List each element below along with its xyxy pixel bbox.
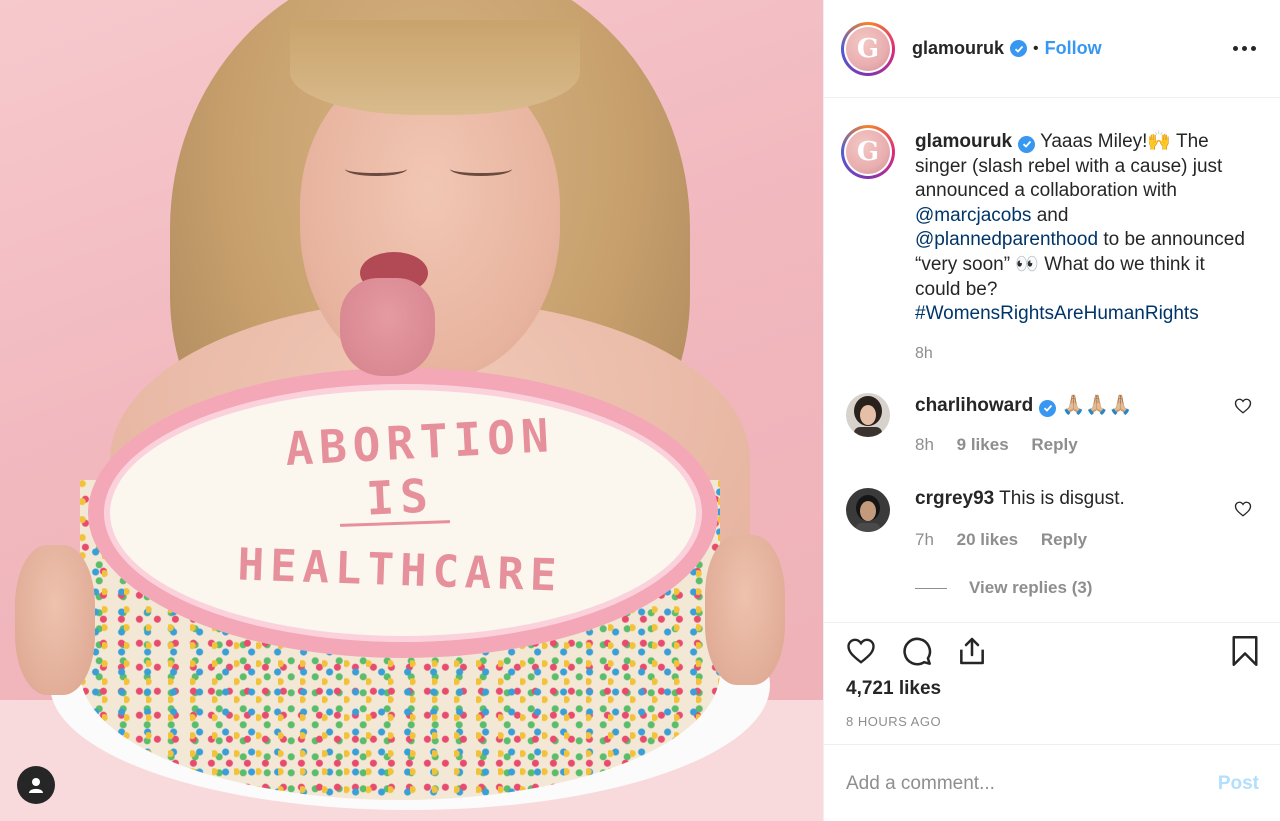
verified-badge-icon (1039, 399, 1057, 417)
verified-badge-icon (1018, 135, 1036, 153)
header-avatar[interactable]: G (841, 21, 895, 76)
post-button[interactable]: Post (1218, 773, 1259, 795)
view-replies-label: View replies (3) (969, 578, 1093, 597)
avatar-image: G (846, 130, 890, 174)
image-hand-left (15, 545, 95, 695)
comment-time[interactable]: 8h (915, 435, 934, 454)
comment-like-heart-icon[interactable] (1234, 397, 1252, 415)
avatar-image: G (846, 26, 890, 71)
like-button[interactable] (844, 634, 878, 668)
post-image[interactable]: ABORTION IS HEALTHCARE (0, 0, 823, 821)
header-separator: • (1033, 39, 1039, 57)
image-bangs (290, 20, 580, 115)
action-bar (824, 622, 1280, 677)
image-hand-right (705, 535, 785, 685)
heart-icon (847, 638, 875, 664)
save-button[interactable] (1228, 634, 1262, 668)
caption-text-2: and (1031, 204, 1069, 226)
comment-text: crgrey93 This is disgust. (915, 488, 1125, 510)
more-options-icon[interactable] (1233, 38, 1257, 58)
comment-likes[interactable]: 20 likes (957, 530, 1018, 549)
comment-avatar[interactable] (846, 393, 890, 437)
likes-count[interactable]: 4,721 likes (846, 678, 941, 700)
image-tongue (340, 278, 435, 376)
post-timestamp[interactable]: 8 HOURS AGO (846, 714, 941, 729)
post-header: G glamouruk • Follow (824, 0, 1280, 98)
verified-badge-icon (1010, 40, 1028, 57)
comment-icon (903, 637, 932, 666)
hashtag-link[interactable]: #WomensRightsAreHumanRights (915, 303, 1199, 324)
header-username[interactable]: glamouruk (912, 38, 1004, 59)
mention-plannedparenthood[interactable]: @plannedparenthood (915, 229, 1098, 250)
mention-marcjacobs[interactable]: @marcjacobs (915, 205, 1031, 226)
bookmark-icon (1232, 636, 1258, 666)
post-sidebar: G glamouruk • Follow G glamouruk Yaaas M… (823, 0, 1280, 821)
comment-like-heart-icon[interactable] (1234, 500, 1252, 518)
image-eye-left (345, 162, 407, 176)
user-tag-icon (29, 778, 43, 793)
comment-button[interactable] (900, 634, 934, 668)
comment-time[interactable]: 7h (915, 530, 934, 549)
caption-avatar[interactable]: G (841, 125, 895, 179)
caption-time[interactable]: 8h (915, 345, 933, 363)
comment-avatar[interactable] (846, 488, 890, 532)
reply-button[interactable]: Reply (1041, 530, 1087, 549)
reply-button[interactable]: Reply (1031, 435, 1077, 454)
comment-body: 🙏🏼🙏🏼🙏🏼 (1061, 395, 1133, 416)
image-eye-right (450, 162, 512, 176)
share-button[interactable] (955, 634, 989, 668)
comment-meta: 8h 9 likes Reply (915, 435, 1096, 455)
comment-likes[interactable]: 9 likes (957, 435, 1009, 454)
view-replies-button[interactable]: View replies (3) (915, 578, 1092, 598)
comment-username[interactable]: crgrey93 (915, 488, 994, 509)
caption-username[interactable]: glamouruk (915, 131, 1012, 152)
add-comment-section: Post (824, 744, 1280, 821)
user-tag-button[interactable] (17, 766, 55, 804)
comment-meta: 7h 20 likes Reply (915, 530, 1105, 550)
comment-body: This is disgust. (999, 488, 1125, 509)
share-icon (960, 637, 984, 665)
follow-button[interactable]: Follow (1045, 38, 1102, 59)
comment-input[interactable] (846, 769, 1186, 799)
caption-body: glamouruk Yaaas Miley!🙌 The singer (slas… (915, 130, 1250, 327)
view-replies-divider (915, 587, 947, 589)
comment-username[interactable]: charlihoward (915, 395, 1033, 416)
comment-text: charlihoward 🙏🏼🙏🏼🙏🏼 (915, 393, 1133, 417)
